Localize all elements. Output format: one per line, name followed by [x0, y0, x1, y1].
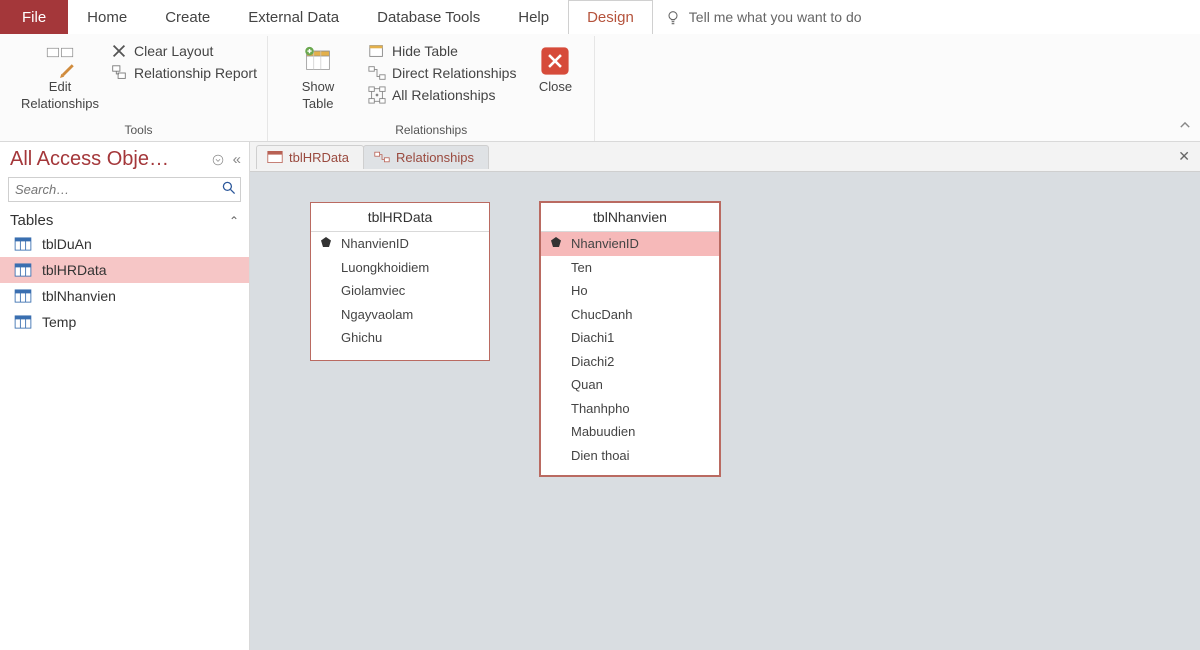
- diagram-table-title: tblHRData: [311, 203, 489, 232]
- field-ho[interactable]: Ho: [541, 279, 719, 303]
- menu-bar: File Home Create External Data Database …: [0, 0, 1200, 34]
- field-dienthoai[interactable]: Dien thoai: [541, 444, 719, 468]
- nav-search-input[interactable]: [8, 177, 241, 202]
- nav-item-temp[interactable]: Temp: [0, 309, 249, 335]
- nav-item-label: tblNhanvien: [42, 288, 116, 304]
- hide-table-button[interactable]: Hide Table: [368, 42, 517, 60]
- relationship-report-icon: [110, 64, 128, 82]
- nav-item-label: Temp: [42, 314, 76, 330]
- all-relationships-label: All Relationships: [392, 87, 496, 103]
- table-icon: [14, 237, 32, 251]
- close-label: Close: [539, 80, 572, 95]
- clear-layout-icon: [110, 42, 128, 60]
- file-tab[interactable]: File: [0, 0, 68, 34]
- clear-layout-label: Clear Layout: [134, 43, 213, 59]
- document-tabs: tblHRData Relationships ✕: [250, 142, 1200, 172]
- diagram-table-tblnhanvien[interactable]: tblNhanvien NhanvienID Ten Ho ChucDanh D…: [540, 202, 720, 476]
- field-giolamviec[interactable]: Giolamviec: [311, 279, 489, 303]
- edit-relationships-icon: [43, 44, 77, 78]
- diagram-table-tblhrdata[interactable]: tblHRData NhanvienID Luongkhoidiem Giola…: [310, 202, 490, 361]
- relationships-canvas[interactable]: tblHRData NhanvienID Luongkhoidiem Giola…: [250, 172, 1200, 650]
- show-table-button[interactable]: Show Table: [278, 42, 358, 112]
- group-label-tools: Tools: [124, 121, 152, 141]
- table-icon: [14, 315, 32, 329]
- nav-item-tblnhanvien[interactable]: tblNhanvien: [0, 283, 249, 309]
- show-table-label-1: Show: [302, 80, 335, 95]
- field-ghichu[interactable]: Ghichu: [311, 326, 489, 350]
- table-icon: [14, 289, 32, 303]
- show-table-label-2: Table: [302, 97, 333, 112]
- doc-tab-label: Relationships: [396, 150, 474, 165]
- chevron-up-icon: [1178, 118, 1192, 132]
- direct-relationships-label: Direct Relationships: [392, 65, 517, 81]
- tab-database-tools[interactable]: Database Tools: [358, 0, 499, 34]
- show-table-icon: [301, 44, 335, 78]
- tell-me-search[interactable]: Tell me what you want to do: [665, 0, 862, 34]
- clear-layout-button[interactable]: Clear Layout: [110, 42, 257, 60]
- field-nhanvienid[interactable]: NhanvienID: [541, 232, 719, 256]
- diagram-table-title: tblNhanvien: [541, 203, 719, 232]
- lightbulb-icon: [665, 9, 681, 25]
- field-luongkhoidiem[interactable]: Luongkhoidiem: [311, 256, 489, 280]
- ribbon-group-tools: Edit Relationships Clear Layout Relation…: [10, 36, 268, 141]
- section-collapse-icon: ⌃: [229, 214, 239, 228]
- workspace: All Access Obje… « Tables ⌃ tblDuAn tblH…: [0, 142, 1200, 650]
- nav-item-label: tblDuAn: [42, 236, 92, 252]
- nav-item-tblduan[interactable]: tblDuAn: [0, 231, 249, 257]
- doc-tab-label: tblHRData: [289, 150, 349, 165]
- close-icon: [538, 44, 572, 78]
- ribbon: Edit Relationships Clear Layout Relation…: [0, 34, 1200, 142]
- hide-table-icon: [368, 42, 386, 60]
- relationships-icon: [374, 150, 390, 164]
- direct-relationships-button[interactable]: Direct Relationships: [368, 64, 517, 82]
- edit-relationships-label-1: Edit: [49, 80, 71, 95]
- tab-design[interactable]: Design: [568, 0, 653, 34]
- relationship-report-label: Relationship Report: [134, 65, 257, 81]
- document-area: tblHRData Relationships ✕ tblHRData Nhan…: [250, 142, 1200, 650]
- tell-me-placeholder: Tell me what you want to do: [689, 9, 862, 25]
- doc-tab-relationships[interactable]: Relationships: [363, 145, 489, 169]
- field-chucdanh[interactable]: ChucDanh: [541, 303, 719, 327]
- field-ngayvaolam[interactable]: Ngayvaolam: [311, 303, 489, 327]
- document-close-button[interactable]: ✕: [1178, 148, 1190, 165]
- nav-collapse-button[interactable]: «: [233, 151, 241, 168]
- field-thanhpho[interactable]: Thanhpho: [541, 397, 719, 421]
- nav-section-tables[interactable]: Tables ⌃: [0, 208, 249, 231]
- direct-relationships-icon: [368, 64, 386, 82]
- tab-external-data[interactable]: External Data: [229, 0, 358, 34]
- field-mabuudien[interactable]: Mabuudien: [541, 420, 719, 444]
- field-quan[interactable]: Quan: [541, 373, 719, 397]
- relationship-report-button[interactable]: Relationship Report: [110, 64, 257, 82]
- nav-header-title: All Access Obje…: [10, 148, 207, 171]
- all-relationships-button[interactable]: All Relationships: [368, 86, 517, 104]
- group-label-relationships: Relationships: [395, 121, 467, 141]
- field-diachi2[interactable]: Diachi2: [541, 350, 719, 374]
- doc-tab-tblhrdata[interactable]: tblHRData: [256, 145, 364, 169]
- table-icon: [14, 263, 32, 277]
- tab-home[interactable]: Home: [68, 0, 146, 34]
- search-icon[interactable]: [221, 180, 237, 201]
- dropdown-circle-icon[interactable]: [211, 153, 225, 167]
- nav-item-label: tblHRData: [42, 262, 107, 278]
- ribbon-collapse-button[interactable]: [1178, 118, 1192, 135]
- window-decoration: [862, 0, 1200, 34]
- nav-item-tblhrdata[interactable]: tblHRData: [0, 257, 249, 283]
- field-ten[interactable]: Ten: [541, 256, 719, 280]
- edit-relationships-button[interactable]: Edit Relationships: [20, 42, 100, 112]
- navigation-pane: All Access Obje… « Tables ⌃ tblDuAn tblH…: [0, 142, 250, 650]
- tab-create[interactable]: Create: [146, 0, 229, 34]
- edit-relationships-label-2: Relationships: [21, 97, 99, 112]
- close-button[interactable]: Close: [526, 42, 584, 95]
- field-diachi1[interactable]: Diachi1: [541, 326, 719, 350]
- ribbon-group-relationships: Show Table Hide Table Direct Relationshi…: [268, 36, 596, 141]
- nav-search: [8, 177, 241, 202]
- field-nhanvienid[interactable]: NhanvienID: [311, 232, 489, 256]
- tab-help[interactable]: Help: [499, 0, 568, 34]
- all-relationships-icon: [368, 86, 386, 104]
- table-icon: [267, 150, 283, 164]
- hide-table-label: Hide Table: [392, 43, 458, 59]
- nav-section-label: Tables: [10, 212, 53, 229]
- nav-header[interactable]: All Access Obje… «: [0, 142, 249, 175]
